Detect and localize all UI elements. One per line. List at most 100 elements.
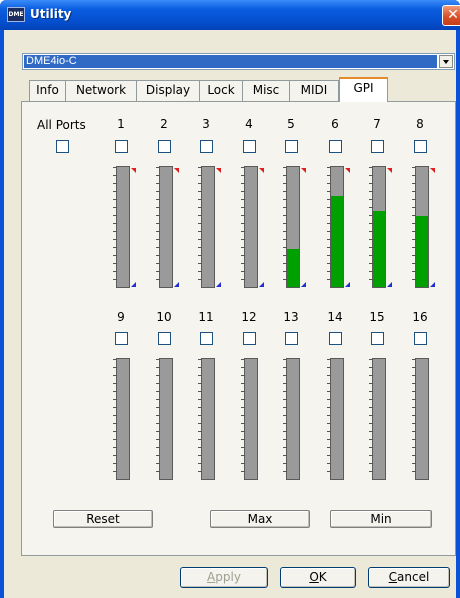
apply-button[interactable]: Apply [180,567,268,588]
port-12-label: 12 [241,310,257,324]
port-13-label: 13 [283,310,299,324]
reset-button[interactable]: Reset [53,510,153,528]
max-button[interactable]: Max [210,510,310,528]
port-16-level-meter [412,358,429,480]
port-6-checkbox[interactable] [329,140,342,153]
close-button[interactable]: ✕ [442,5,460,26]
tab-info[interactable]: Info [29,80,66,101]
port-11-checkbox[interactable] [200,332,213,345]
meter-scale-ticks [113,167,117,287]
cancel-rest: ancel [397,570,430,584]
title-bar[interactable]: DME Utility ✕ [0,0,460,30]
meter-scale-ticks [113,359,117,479]
min-button[interactable]: Min [330,510,432,528]
min-threshold-marker-icon [301,282,306,287]
port-15-level-meter [369,358,386,480]
min-threshold-marker-icon [345,282,350,287]
min-threshold-marker-icon [216,282,221,287]
port-5-level-meter [283,166,306,288]
chevron-down-icon[interactable] [439,55,453,68]
port-8-checkbox[interactable] [414,140,427,153]
port-7-checkbox[interactable] [371,140,384,153]
port-3-level-meter [198,166,221,288]
meter-scale-ticks [198,359,202,479]
port-1-level-meter [113,166,136,288]
cancel-accel: C [388,570,398,584]
port-9-label: 9 [117,310,125,324]
port-10-label: 10 [156,310,172,324]
tab-lock[interactable]: Lock [199,80,243,101]
meter-scale-ticks [412,359,416,479]
meter-scale-ticks [198,167,202,287]
max-threshold-marker-icon [174,168,179,173]
ok-rest: K [318,570,327,584]
port-5-label: 5 [287,117,295,131]
cancel-button[interactable]: Cancel [368,567,450,588]
max-threshold-marker-icon [345,168,350,173]
port-2-level-meter [156,166,179,288]
port-3-checkbox[interactable] [200,140,213,153]
all-ports-checkbox[interactable] [56,140,69,153]
port-4-label: 4 [245,117,253,131]
device-select-value: DME4io-C [24,55,437,68]
tab-midi[interactable]: MIDI [289,80,339,101]
port-15-checkbox[interactable] [371,332,384,345]
min-threshold-marker-icon [387,282,392,287]
port-5-checkbox[interactable] [285,140,298,153]
port-8-level-fill [416,216,428,287]
port-12-level-meter [241,358,258,480]
meter-scale-ticks [156,167,160,287]
port-11-label: 11 [198,310,214,324]
port-2-label: 2 [160,117,168,131]
port-2-checkbox[interactable] [158,140,171,153]
all-ports-label: All Ports [37,118,86,132]
meter-scale-ticks [156,359,160,479]
port-6-level-meter [327,166,350,288]
meter-scale-ticks [241,167,245,287]
apply-rest: pply [215,570,241,584]
device-select[interactable]: DME4io-C [22,53,455,70]
tab-gpi[interactable]: GPI [339,77,388,102]
port-1-checkbox[interactable] [115,140,128,153]
port-3-label: 3 [202,117,210,131]
port-11-level-meter [198,358,215,480]
port-7-level-meter [369,166,392,288]
port-7-level-fill [373,211,385,287]
port-8-level-meter [412,166,435,288]
port-15-label: 15 [369,310,385,324]
port-12-checkbox[interactable] [243,332,256,345]
port-13-level-meter [283,358,300,480]
port-10-level-meter [156,358,173,480]
port-5-level-fill [287,248,299,287]
port-14-label: 14 [327,310,343,324]
max-threshold-marker-icon [301,168,306,173]
port-9-checkbox[interactable] [115,332,128,345]
port-9-level-meter [113,358,130,480]
max-threshold-marker-icon [131,168,136,173]
port-8-label: 8 [416,117,424,131]
port-10-checkbox[interactable] [158,332,171,345]
tab-network[interactable]: Network [65,80,137,101]
tab-display[interactable]: Display [136,80,200,101]
port-6-level-fill [331,195,343,287]
window-title: Utility [30,7,72,21]
ok-accel: O [309,570,319,584]
max-threshold-marker-icon [430,168,435,173]
min-threshold-marker-icon [430,282,435,287]
meter-scale-ticks [283,359,287,479]
ok-button[interactable]: OK [280,567,356,588]
min-threshold-marker-icon [174,282,179,287]
port-4-checkbox[interactable] [243,140,256,153]
meter-scale-ticks [369,359,373,479]
port-13-checkbox[interactable] [285,332,298,345]
port-16-checkbox[interactable] [414,332,427,345]
port-14-checkbox[interactable] [329,332,342,345]
tab-misc[interactable]: Misc [242,80,290,101]
port-6-label: 6 [331,117,339,131]
port-7-label: 7 [373,117,381,131]
meter-scale-ticks [327,359,331,479]
port-1-label: 1 [117,117,125,131]
port-14-level-meter [327,358,344,480]
max-threshold-marker-icon [216,168,221,173]
meter-scale-ticks [241,359,245,479]
